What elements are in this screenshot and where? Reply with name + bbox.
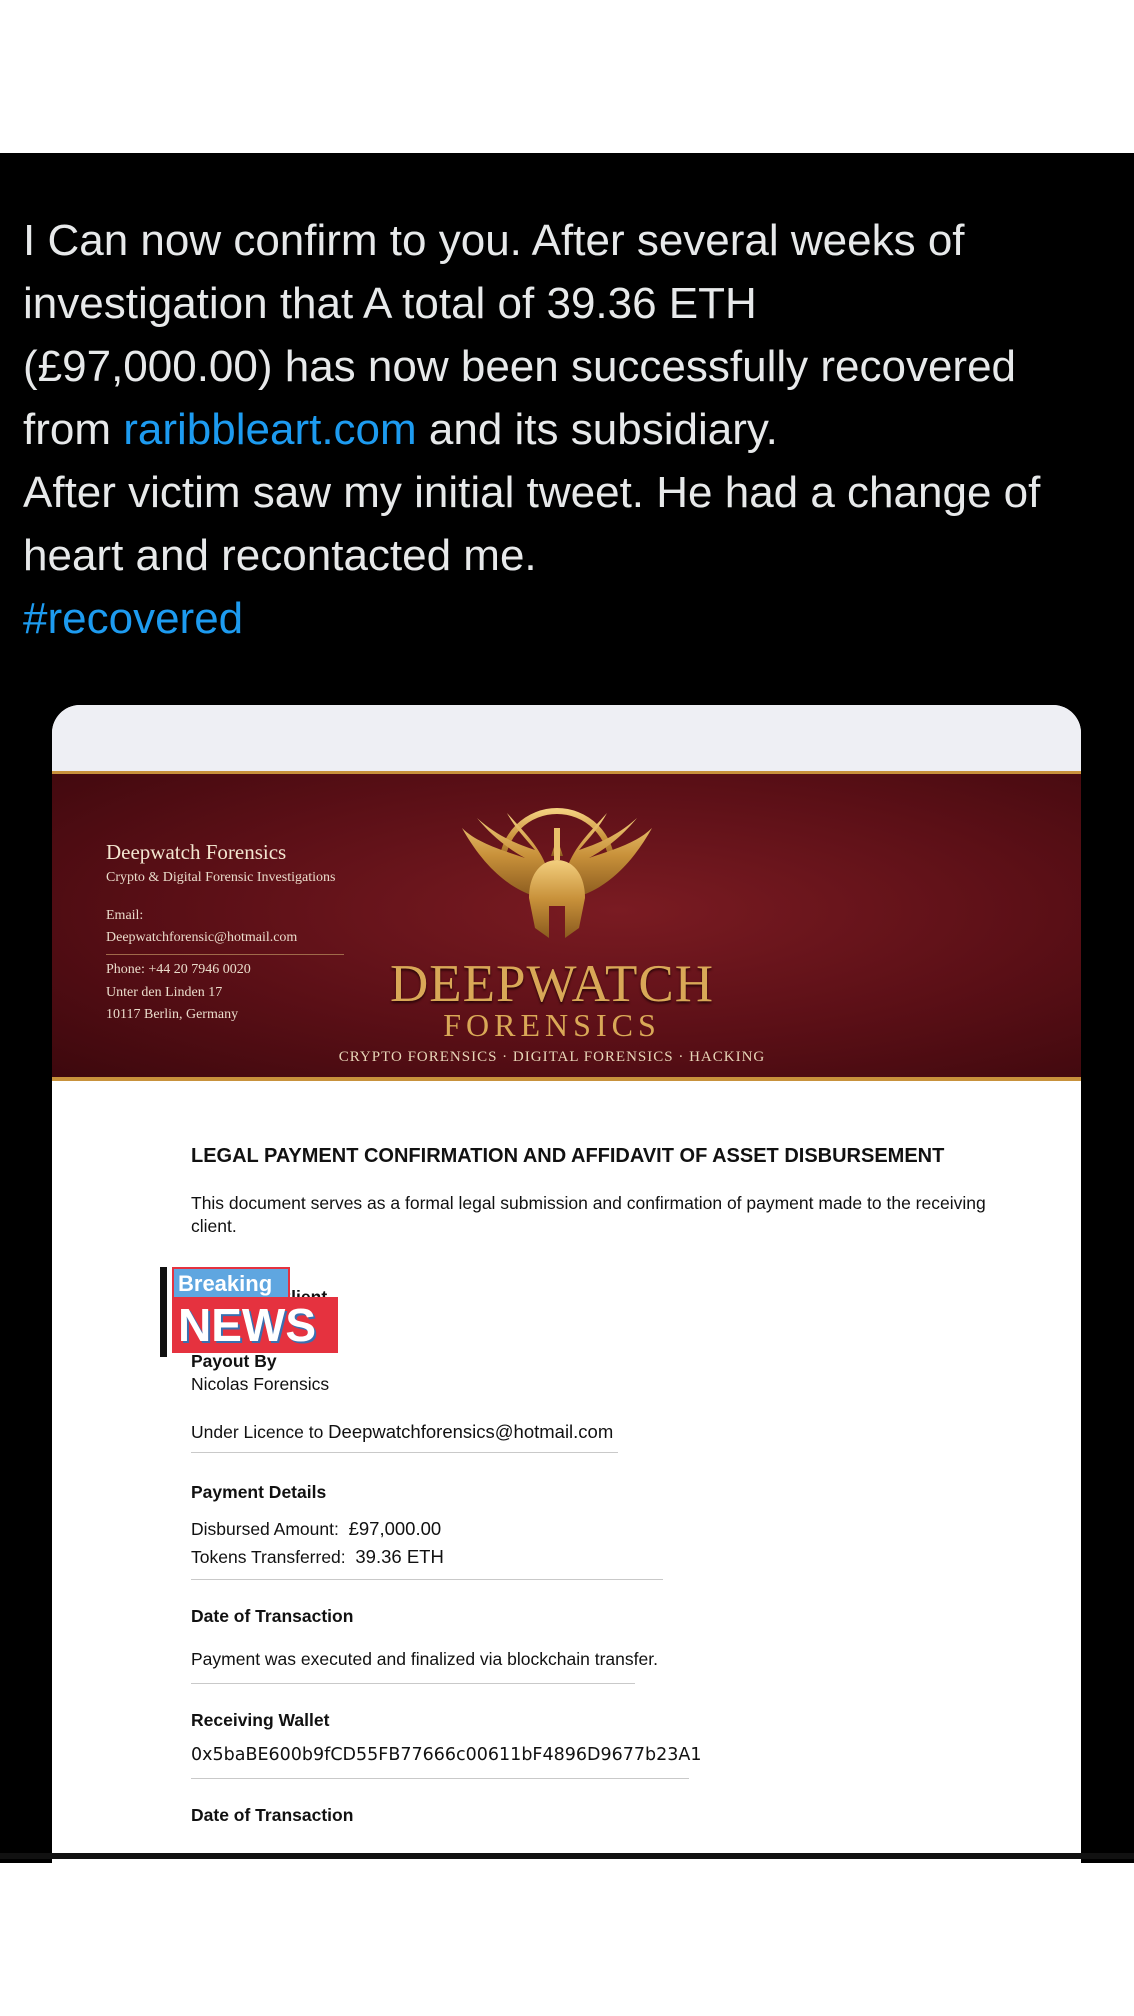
- divider: [191, 1579, 663, 1580]
- letterhead-subtitle: Crypto & Digital Forensic Investigations: [106, 870, 336, 885]
- letterhead-name: Deepwatch Forensics: [106, 840, 287, 864]
- date-of-transaction-label: Date of Transaction: [191, 1606, 354, 1626]
- disbursed-amount-label: Disbursed Amount:: [191, 1519, 339, 1539]
- licence-line: Under Licence to Deepwatchforensics@hotm…: [191, 1421, 613, 1443]
- document-title: LEGAL PAYMENT CONFIRMATION AND AFFIDAVIT…: [191, 1145, 945, 1167]
- tweet-frame: I Can now confirm to you. After several …: [0, 153, 1134, 1995]
- disbursed-amount-row: Disbursed Amount: £97,000.00: [191, 1518, 441, 1540]
- tokens-transferred-value: 39.36 ETH: [355, 1546, 444, 1567]
- tweet-hashtag[interactable]: #recovered: [23, 587, 1123, 650]
- receiving-wallet-value: 0x5baBE600b9fCD55FB77666c00611bF4896D967…: [191, 1745, 702, 1765]
- letterhead-email-label: Email:: [106, 908, 144, 923]
- divider: [191, 1452, 618, 1453]
- letterhead: Deepwatch Forensics Crypto & Digital For…: [52, 771, 1081, 1081]
- tweet-line: investigation that A total of 39.36 ETH: [23, 279, 757, 328]
- payout-value: Nicolas Forensics: [191, 1374, 330, 1394]
- tweet-text: I Can now confirm to you. After several …: [23, 209, 1123, 650]
- letterhead-brand-title: DEEPWATCH: [389, 955, 715, 1013]
- badge-news-text: NEWS: [172, 1297, 338, 1353]
- letterhead-tagline: CRYPTO FORENSICS · DIGITAL FORENSICS · H…: [338, 1049, 766, 1065]
- tweet-line: After victim saw my initial tweet. He ha…: [23, 468, 1041, 517]
- bottom-strip: [0, 1853, 1134, 1859]
- divider: [191, 1683, 635, 1684]
- disbursed-amount-value: £97,000.00: [348, 1518, 442, 1539]
- date-of-transaction-label-2: Date of Transaction: [191, 1805, 354, 1825]
- tweet-media-image[interactable]: Deepwatch Forensics Crypto & Digital For…: [52, 705, 1081, 1995]
- winged-spartan-helmet-icon: [462, 808, 652, 938]
- media-topbar: [52, 705, 1081, 771]
- payout-label: Payout By: [191, 1351, 277, 1371]
- letterhead-divider: [106, 954, 344, 955]
- letterhead-brand-subtitle: FORENSICS: [443, 1007, 661, 1043]
- badge-breaking-text: Breaking: [172, 1267, 290, 1297]
- badge-bar: [160, 1267, 167, 1357]
- divider: [191, 1778, 689, 1779]
- date-of-transaction-text: Payment was executed and finalized via b…: [191, 1649, 658, 1669]
- document-intro: This document serves as a formal legal s…: [191, 1193, 986, 1236]
- tweet-text-segment: from: [23, 405, 124, 454]
- tweet-line: I Can now confirm to you. After several …: [23, 216, 965, 265]
- receiving-wallet-label: Receiving Wallet: [191, 1710, 330, 1730]
- payment-details-label: Payment Details: [191, 1482, 327, 1502]
- tokens-transferred-label: Tokens Transferred:: [191, 1547, 346, 1567]
- letterhead-phone: Phone: +44 20 7946 0020: [106, 962, 251, 977]
- letterhead-address-line1: Unter den Linden 17: [106, 985, 223, 1000]
- letterhead-address-line2: 10117 Berlin, Germany: [106, 1007, 239, 1022]
- breaking-news-badge: Breaking NEWS: [160, 1267, 350, 1357]
- licence-email: Deepwatchforensics@hotmail.com: [328, 1421, 614, 1442]
- tweet-line: from raribbleart.com and its subsidiary.: [23, 398, 1123, 461]
- licence-prefix: Under Licence to: [191, 1422, 329, 1442]
- tweet-text-segment: and its subsidiary.: [416, 405, 778, 454]
- tweet-line: (£97,000.00) has now been successfully r…: [23, 342, 1017, 391]
- tweet-link[interactable]: raribbleart.com: [123, 405, 416, 454]
- letterhead-email: Deepwatchforensic@hotmail.com: [106, 930, 298, 945]
- tweet-line: heart and recontacted me.: [23, 531, 537, 580]
- tokens-transferred-row: Tokens Transferred: 39.36 ETH: [191, 1546, 444, 1568]
